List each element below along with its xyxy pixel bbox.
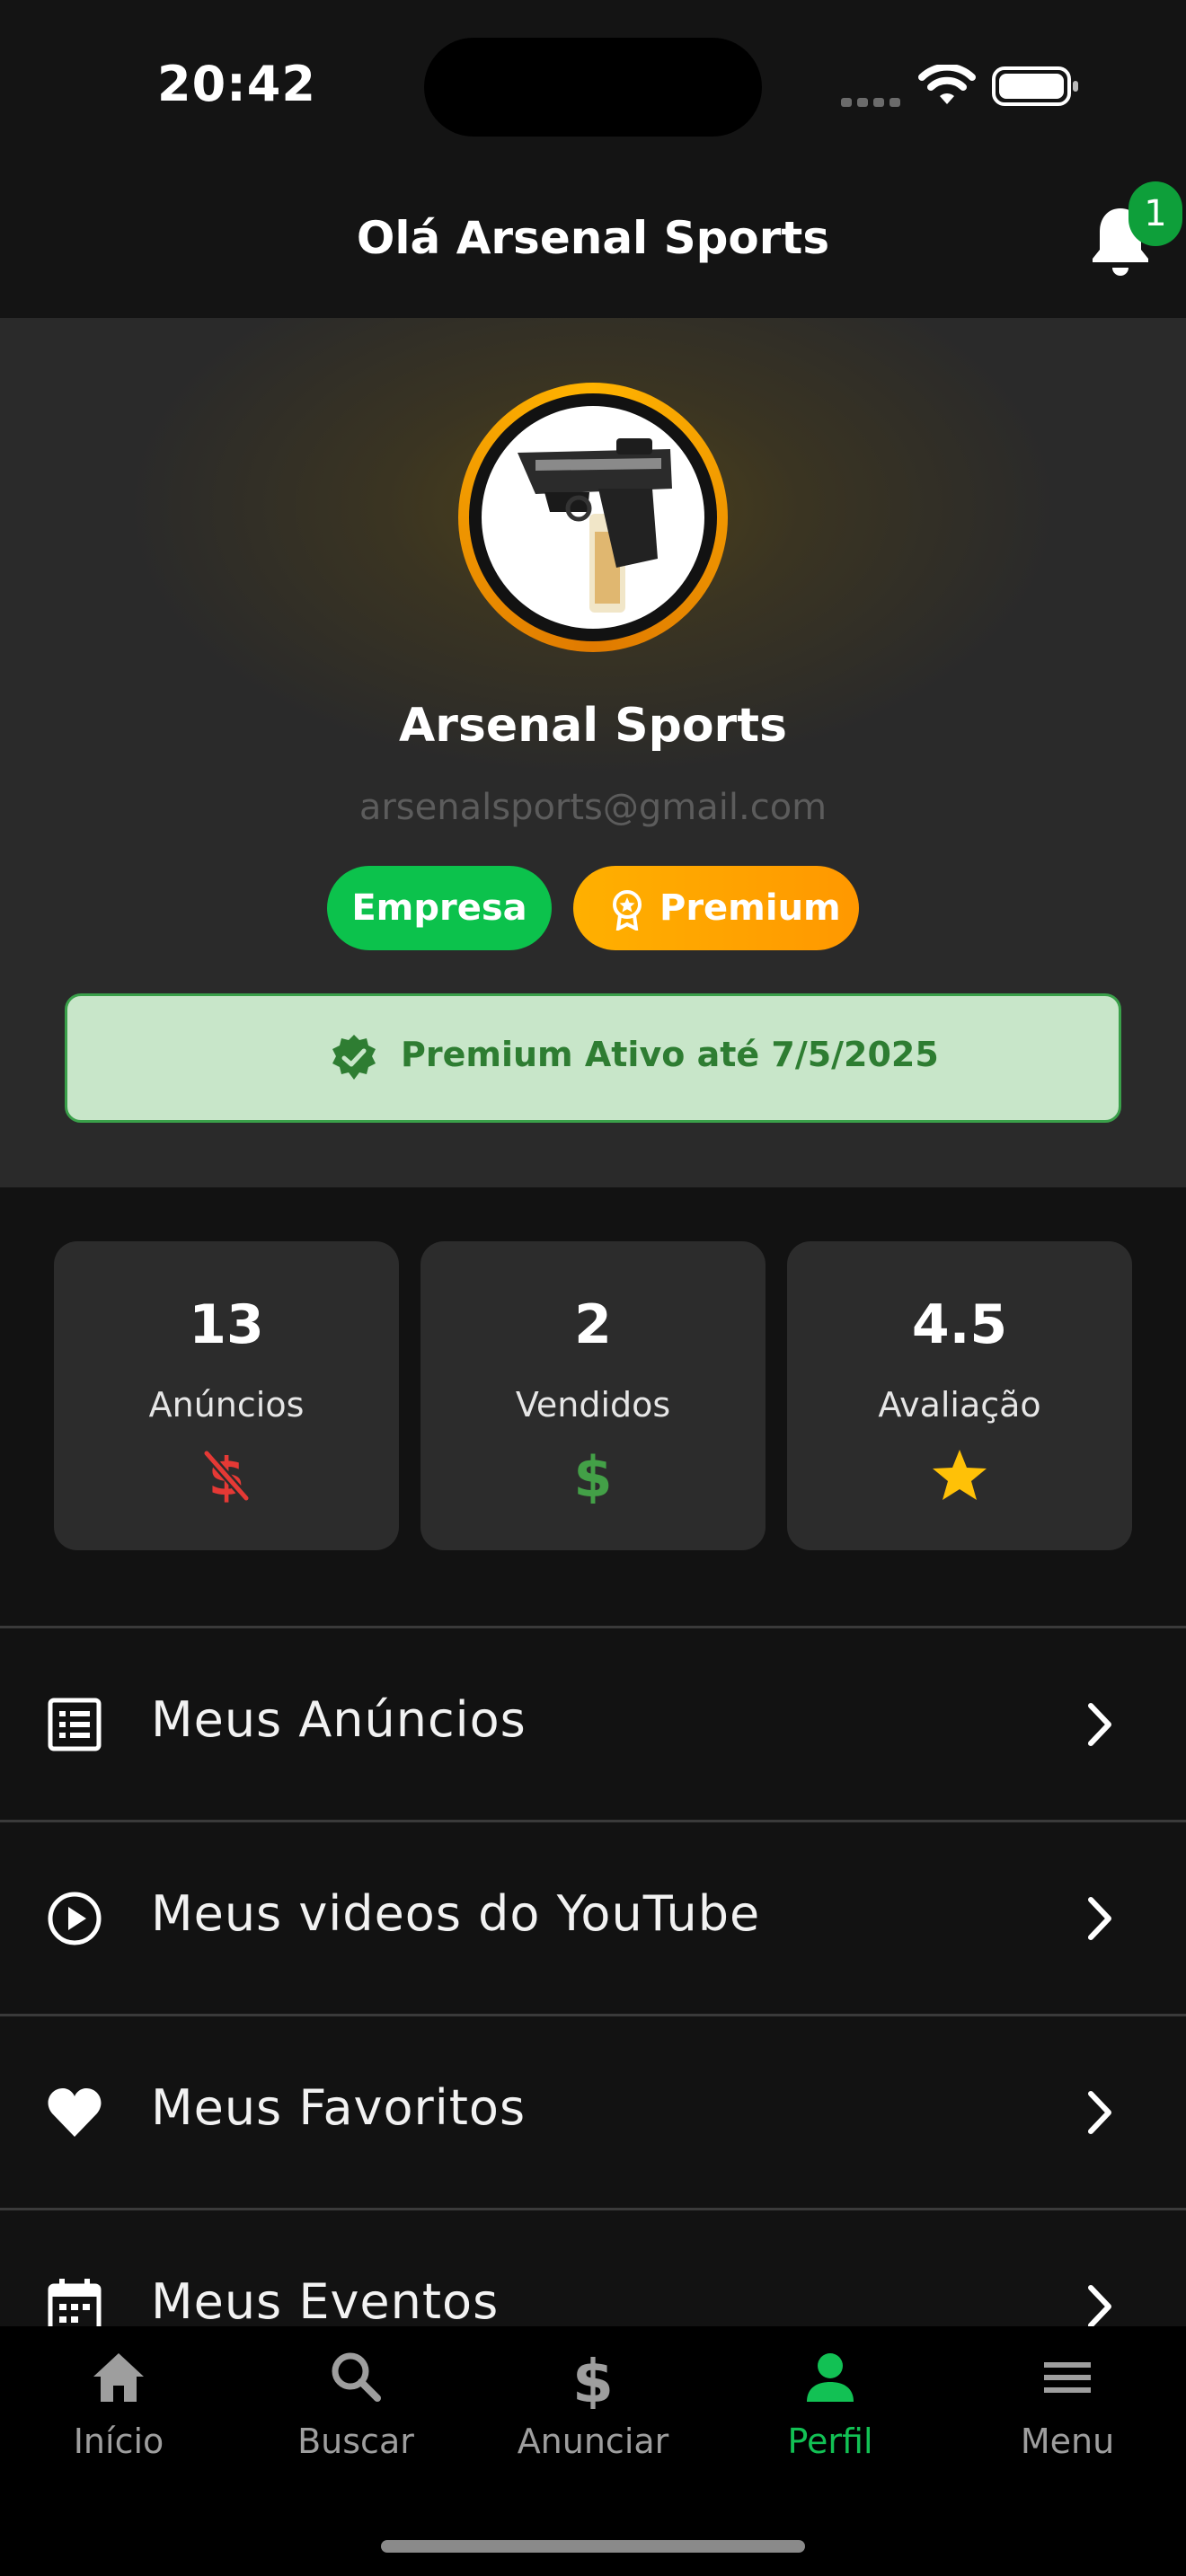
menu-item-label: Meus Anúncios xyxy=(151,1691,527,1748)
svg-text:$: $ xyxy=(572,2347,614,2409)
dollar-icon: $ xyxy=(572,2347,614,2409)
stat-label: Avaliação xyxy=(878,1385,1041,1425)
stat-label: Vendidos xyxy=(515,1385,671,1425)
stat-card-vendidos[interactable]: 2 Vendidos $ xyxy=(420,1241,766,1550)
menu-item-meus-favoritos[interactable]: Meus Favoritos xyxy=(0,2014,1186,2209)
list-alt-icon xyxy=(48,1698,102,1751)
chevron-right-icon xyxy=(1088,2285,1111,2328)
tab-menu[interactable]: Menu xyxy=(949,2344,1186,2461)
bottom-tab-bar: Início Buscar $ Anunciar Perfil Menu xyxy=(0,2326,1186,2576)
menu-item-label: Meus videos do YouTube xyxy=(151,1885,761,1942)
dynamic-island xyxy=(424,38,762,137)
heart-icon xyxy=(48,2088,102,2137)
money-off-icon: $ xyxy=(203,1446,250,1504)
notification-badge: 1 xyxy=(1128,181,1182,246)
menu-icon xyxy=(1044,2362,1091,2393)
menu-item-label: Meus Eventos xyxy=(151,2273,500,2330)
premium-badge-label: Premium xyxy=(659,887,841,929)
star-icon xyxy=(933,1450,987,1500)
stat-value: 2 xyxy=(574,1293,612,1356)
empresa-badge: Empresa xyxy=(327,866,552,950)
premium-badge: Premium xyxy=(573,866,859,950)
stat-value: 4.5 xyxy=(911,1293,1008,1356)
profile-name: Arsenal Sports xyxy=(399,699,787,753)
verified-icon xyxy=(332,1035,376,1080)
tab-anunciar[interactable]: $ Anunciar xyxy=(474,2344,712,2461)
tab-label: Início xyxy=(73,2422,164,2461)
menu-item-meus-anuncios[interactable]: Meus Anúncios xyxy=(0,1626,1186,1821)
tab-buscar[interactable]: Buscar xyxy=(237,2344,474,2461)
play-circle-icon xyxy=(48,1892,102,1945)
person-icon xyxy=(807,2353,854,2402)
dollar-icon: $ xyxy=(573,1446,612,1504)
profile-email: arsenalsports@gmail.com xyxy=(358,787,828,828)
tab-label: Buscar xyxy=(297,2422,414,2461)
avatar[interactable] xyxy=(482,406,704,629)
battery-icon xyxy=(992,66,1078,106)
tab-label: Anunciar xyxy=(517,2422,669,2461)
stat-card-avaliacao[interactable]: 4.5 Avaliação xyxy=(787,1241,1132,1550)
home-indicator[interactable] xyxy=(381,2540,805,2553)
stat-card-anuncios[interactable]: 13 Anúncios $ xyxy=(54,1241,399,1550)
menu-item-meus-videos[interactable]: Meus videos do YouTube xyxy=(0,1820,1186,2015)
wifi-icon xyxy=(918,65,976,104)
stat-value: 13 xyxy=(189,1293,264,1356)
tab-label: Menu xyxy=(1020,2422,1115,2461)
chevron-right-icon xyxy=(1088,1897,1111,1940)
page-title: Olá Arsenal Sports xyxy=(356,212,830,264)
status-time: 20:42 xyxy=(157,56,316,112)
chevron-right-icon xyxy=(1088,1703,1111,1746)
medal-icon xyxy=(613,890,642,931)
chevron-right-icon xyxy=(1088,2091,1111,2134)
home-icon xyxy=(93,2353,144,2402)
svg-text:$: $ xyxy=(573,1446,612,1504)
stat-label: Anúncios xyxy=(148,1385,305,1425)
tab-inicio[interactable]: Início xyxy=(0,2344,237,2461)
menu-item-label: Meus Favoritos xyxy=(151,2079,527,2136)
pistol-image xyxy=(518,438,672,613)
tab-perfil[interactable]: Perfil xyxy=(712,2344,949,2461)
premium-status-text: Premium Ativo até 7/5/2025 xyxy=(401,1035,939,1074)
tab-label: Perfil xyxy=(787,2422,873,2461)
cellular-signal-icon xyxy=(841,93,906,110)
search-icon xyxy=(332,2352,381,2402)
